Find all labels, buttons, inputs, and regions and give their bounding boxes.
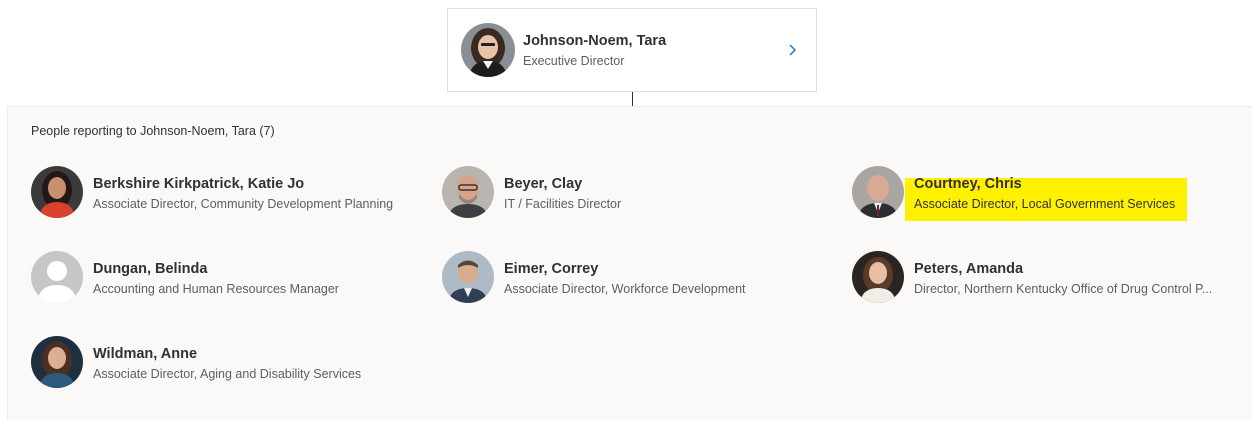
person-card[interactable]: Dungan, Belinda Accounting and Human Res… [31,251,371,307]
person-card[interactable]: Eimer, Correy Associate Director, Workfo… [442,251,782,307]
manager-card[interactable]: Johnson-Noem, Tara Executive Director [447,8,817,92]
org-connector-line [632,92,633,106]
person-photo-icon [442,251,494,303]
person-photo-icon [31,336,83,388]
person-name[interactable]: Courtney, Chris [914,176,1022,192]
manager-avatar-photo-icon [461,23,515,77]
person-title: Director, Northern Kentucky Office of Dr… [914,282,1213,296]
person-name[interactable]: Eimer, Correy [504,261,598,277]
person-name[interactable]: Berkshire Kirkpatrick, Katie Jo [93,176,304,192]
person-photo-icon [442,166,494,218]
person-name[interactable]: Wildman, Anne [93,346,197,362]
person-name[interactable]: Beyer, Clay [504,176,582,192]
direct-reports-heading: People reporting to Johnson-Noem, Tara (… [31,124,275,138]
person-title: Associate Director, Aging and Disability… [93,367,362,381]
person-title: Associate Director, Community Developmen… [93,197,394,211]
person-title: Accounting and Human Resources Manager [93,282,339,296]
person-name[interactable]: Dungan, Belinda [93,261,207,277]
chevron-right-icon[interactable] [786,40,800,60]
default-avatar-icon [31,251,83,303]
person-title: IT / Facilities Director [504,197,622,211]
person-photo-icon [852,166,904,218]
person-card[interactable]: Courtney, Chris Associate Director, Loca… [852,166,1192,222]
person-card[interactable]: Wildman, Anne Associate Director, Aging … [31,336,391,392]
person-card[interactable]: Beyer, Clay IT / Facilities Director [442,166,742,222]
manager-title: Executive Director [523,54,625,68]
person-name[interactable]: Peters, Amanda [914,261,1023,277]
person-card[interactable]: Berkshire Kirkpatrick, Katie Jo Associat… [31,166,421,222]
person-title: Associate Director, Local Government Ser… [914,197,1176,211]
person-title: Associate Director, Workforce Developmen… [504,282,746,296]
manager-name[interactable]: Johnson-Noem, Tara [523,33,666,49]
person-photo-icon [852,251,904,303]
person-photo-icon [31,166,83,218]
person-card[interactable]: Peters, Amanda Director, Northern Kentuc… [852,251,1232,307]
